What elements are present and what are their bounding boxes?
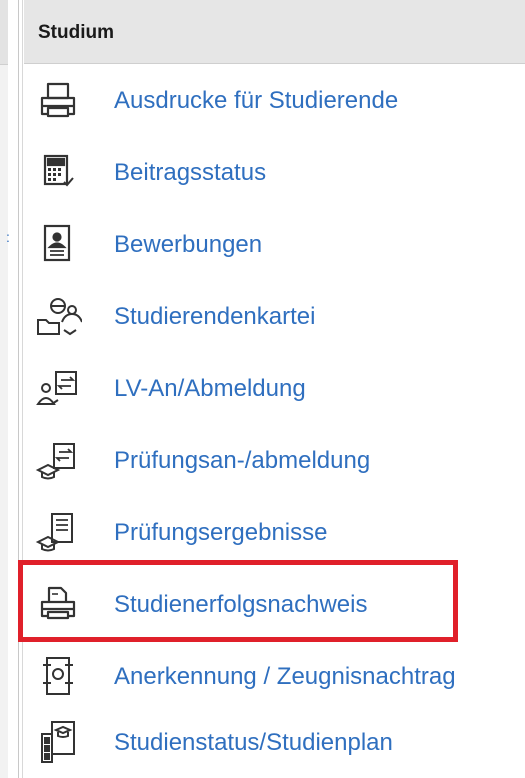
panel-title: Studium	[38, 22, 114, 43]
graduation-exchange-icon	[34, 436, 82, 484]
panel-divider-inner	[22, 0, 23, 778]
menu-item-beitragsstatus[interactable]: Beitragsstatus	[24, 136, 525, 208]
left-side-panel-header	[0, 0, 8, 65]
menu-item-label[interactable]: Prüfungsergebnisse	[114, 519, 327, 547]
menu-item-label[interactable]: Bewerbungen	[114, 231, 262, 259]
panel-header: Studium	[24, 0, 525, 64]
certificate-document-icon	[34, 652, 82, 700]
panel-divider	[18, 0, 19, 778]
graduation-document-icon	[34, 508, 82, 556]
printer-document-icon	[34, 580, 82, 628]
menu-item-label[interactable]: Anerkennung / Zeugnisnachtrag	[114, 663, 456, 691]
menu-item-pruefungsergebnisse[interactable]: Prüfungsergebnisse	[24, 496, 525, 568]
menu-item-studienerfolgsnachweis[interactable]: Studienerfolgsnachweis	[24, 568, 525, 640]
menu-item-label[interactable]: Prüfungsan-/abmeldung	[114, 447, 370, 475]
menu-item-ausdrucke[interactable]: Ausdrucke für Studierende	[24, 64, 525, 136]
person-document-icon	[34, 220, 82, 268]
left-side-marker: :	[6, 229, 10, 245]
menu-item-label[interactable]: Studienstatus/Studienplan	[114, 729, 393, 757]
student-folder-icon	[34, 292, 82, 340]
studium-panel: Studium Ausdrucke für Studierende Beitra…	[24, 0, 525, 778]
menu-item-label[interactable]: Studierendenkartei	[114, 303, 315, 331]
left-side-panel	[0, 0, 8, 778]
menu-item-label[interactable]: Beitragsstatus	[114, 159, 266, 187]
menu-item-bewerbungen[interactable]: Bewerbungen	[24, 208, 525, 280]
menu-item-label[interactable]: Ausdrucke für Studierende	[114, 87, 398, 115]
menu-item-label[interactable]: LV-An/Abmeldung	[114, 375, 306, 403]
menu-item-anerkennung[interactable]: Anerkennung / Zeugnisnachtrag	[24, 640, 525, 712]
menu-item-lv-an-abmeldung[interactable]: LV-An/Abmeldung	[24, 352, 525, 424]
menu-item-studierendenkartei[interactable]: Studierendenkartei	[24, 280, 525, 352]
menu-item-studienstatus[interactable]: Studienstatus/Studienplan	[24, 706, 525, 778]
menu-item-label[interactable]: Studienerfolgsnachweis	[114, 591, 368, 619]
menu-item-pruefungsan-abmeldung[interactable]: Prüfungsan-/abmeldung	[24, 424, 525, 496]
person-exchange-icon	[34, 364, 82, 412]
status-plan-icon	[34, 718, 82, 766]
calculator-check-icon	[34, 148, 82, 196]
printer-icon	[34, 76, 82, 124]
